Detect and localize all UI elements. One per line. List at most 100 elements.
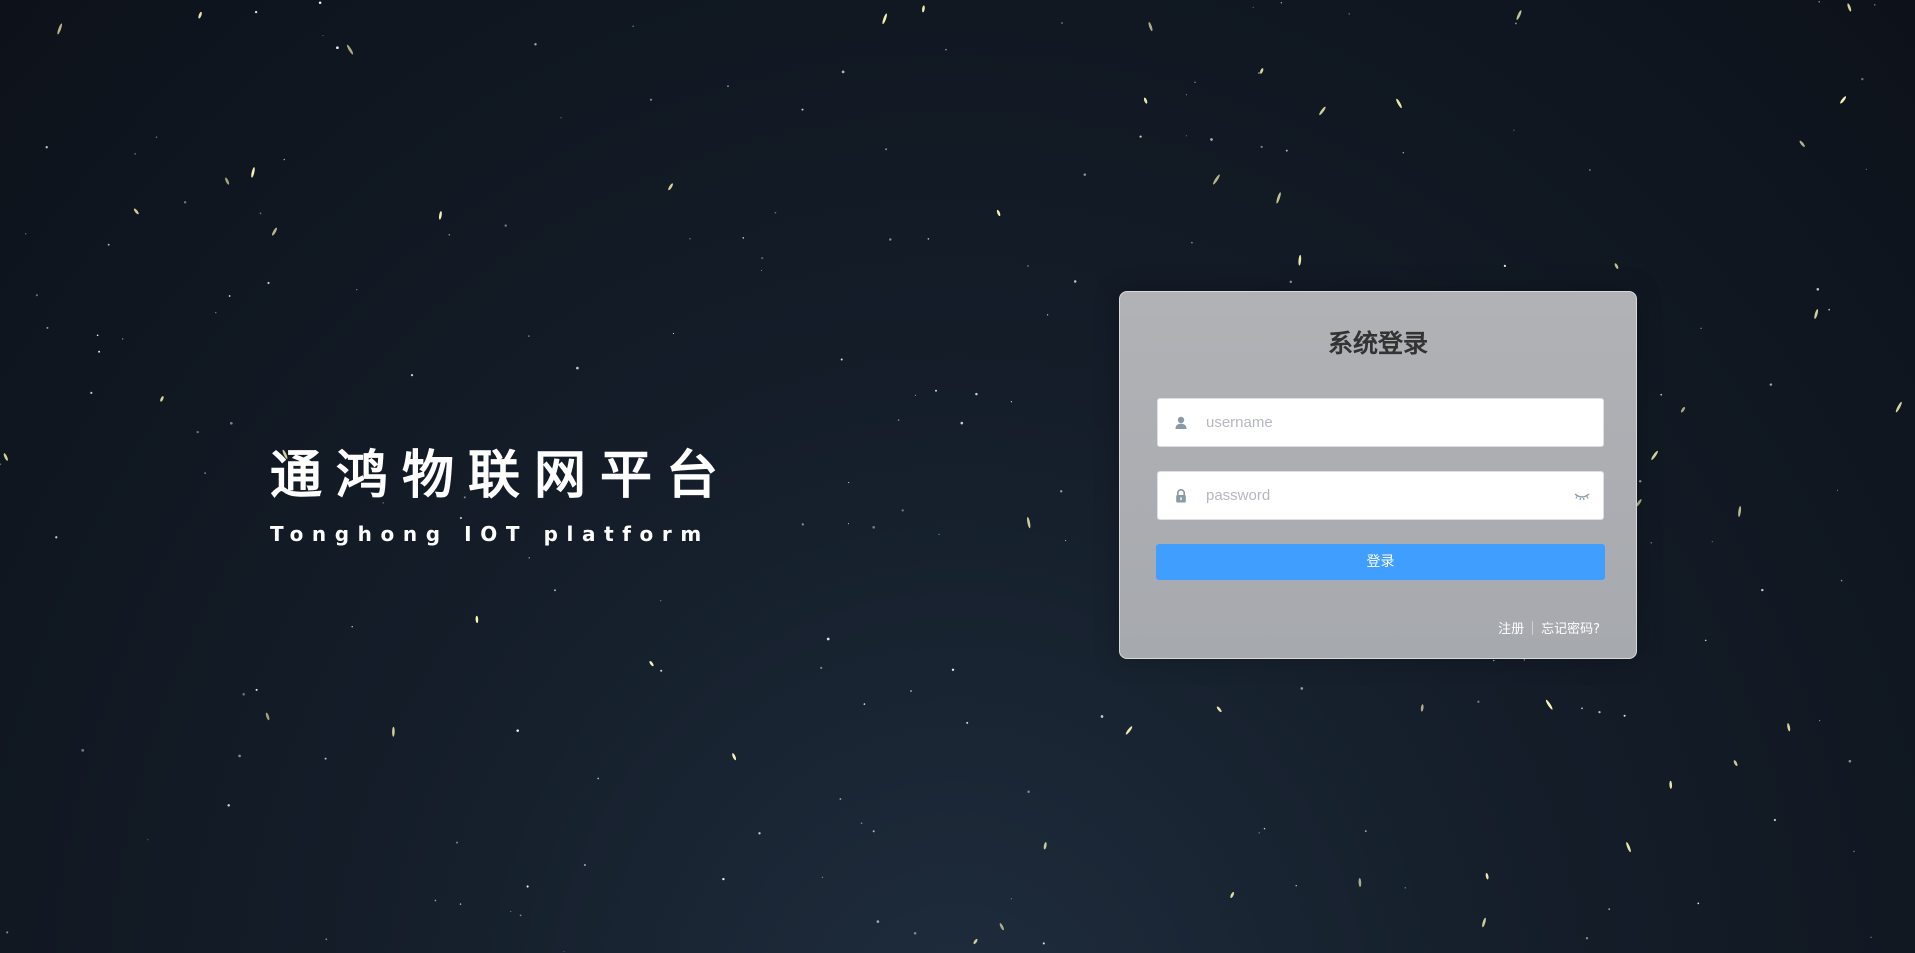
login-button[interactable]: 登录 <box>1156 544 1605 580</box>
star-dot <box>448 233 451 236</box>
star-dot <box>1660 393 1663 396</box>
star-dot <box>1623 714 1626 717</box>
firefly-spark <box>1319 106 1326 116</box>
star-dot <box>528 335 530 337</box>
star-dot <box>554 589 556 592</box>
firefly-spark <box>732 753 737 761</box>
firefly-spark <box>1125 726 1133 735</box>
star-dot <box>1513 129 1515 131</box>
firefly-spark <box>1420 704 1424 712</box>
star-dot <box>351 625 353 628</box>
star-dot <box>1477 700 1480 703</box>
register-link[interactable]: 注册 <box>1498 618 1524 637</box>
firefly-spark <box>1847 3 1852 12</box>
firefly-spark <box>1614 263 1619 269</box>
firefly-spark <box>1276 192 1281 204</box>
star-dot <box>1280 2 1283 4</box>
firefly-spark <box>1680 406 1686 413</box>
star-dot <box>1769 383 1773 386</box>
star-dot <box>1010 401 1013 403</box>
account-links: 注册 忘记密码? <box>1498 618 1600 637</box>
star-dot <box>722 877 725 881</box>
firefly-spark <box>1651 450 1658 460</box>
firefly-spark <box>922 5 925 13</box>
star-dot <box>1828 308 1831 311</box>
star-dot <box>1589 169 1591 171</box>
star-dot <box>1100 715 1104 718</box>
star-dot <box>121 338 124 340</box>
star-dot <box>1818 1 1820 3</box>
star-dot <box>1260 145 1263 149</box>
star-dot <box>1840 579 1843 582</box>
star-dot <box>945 48 947 51</box>
star-dot <box>1819 720 1821 722</box>
star-dot <box>1836 489 1838 491</box>
star-dot <box>96 334 99 337</box>
star-dot <box>238 754 241 758</box>
platform-subtitle: Tonghong IOT platform <box>270 522 710 546</box>
star-dot <box>1295 885 1297 887</box>
star-dot <box>1704 639 1707 642</box>
star-dot <box>563 951 565 953</box>
password-field[interactable] <box>1157 471 1604 520</box>
star-dot <box>356 289 358 291</box>
eye-closed-icon[interactable] <box>1573 489 1591 503</box>
star-dot <box>1650 542 1653 544</box>
platform-title: 通鸿物联网平台 <box>270 446 733 506</box>
login-card: 系统登录 登录 注册 <box>1119 291 1637 659</box>
firefly-spark <box>475 615 479 624</box>
star-dot <box>1064 539 1067 542</box>
star-dot <box>1861 77 1864 81</box>
firefly-spark <box>1396 98 1402 109</box>
star-dot <box>1252 6 1254 8</box>
firefly-spark <box>668 183 673 191</box>
star-dot <box>410 373 414 377</box>
firefly-spark <box>160 396 164 402</box>
star-dot <box>1503 264 1506 267</box>
star-dot <box>885 148 888 151</box>
firefly-spark <box>1840 96 1847 104</box>
firefly-spark <box>225 177 230 185</box>
star-dot <box>254 10 258 14</box>
firefly-spark <box>1738 506 1742 517</box>
star-dot <box>0 463 2 466</box>
star-dot <box>632 25 634 27</box>
forgot-password-link[interactable]: 忘记密码? <box>1541 618 1600 637</box>
user-icon <box>1175 416 1187 429</box>
star-dot <box>183 201 187 204</box>
username-field[interactable] <box>1157 398 1604 447</box>
star-dot <box>860 822 863 825</box>
firefly-spark <box>1545 699 1553 710</box>
star-dot <box>1027 265 1029 267</box>
star-dot <box>196 430 199 434</box>
star-dot <box>914 394 916 396</box>
star-dot <box>242 692 245 696</box>
star-dot <box>46 326 49 329</box>
star-dot <box>526 885 529 888</box>
star-dot <box>801 108 804 111</box>
star-dot <box>1010 898 1012 900</box>
firefly-spark <box>1485 872 1489 880</box>
star-dot <box>1870 936 1872 939</box>
star-dot <box>1285 149 1288 152</box>
star-dot <box>336 46 339 50</box>
password-input[interactable] <box>1206 472 1566 519</box>
firefly-spark <box>1213 174 1220 185</box>
star-dot <box>839 798 842 800</box>
firefly-spark <box>251 167 255 178</box>
star-dot <box>583 863 586 867</box>
star-dot <box>820 666 823 670</box>
star-dot <box>576 366 579 370</box>
brand-block: 通鸿物联网平台 Tonghong IOT platform <box>270 450 732 546</box>
star-dot <box>6 931 9 934</box>
star-dot <box>81 749 85 752</box>
star-dot <box>1402 152 1404 154</box>
star-dot <box>35 294 38 297</box>
firefly-spark <box>882 13 887 25</box>
firefly-spark <box>1143 97 1148 104</box>
star-dot <box>821 876 824 879</box>
star-dot <box>45 146 48 149</box>
username-input[interactable] <box>1206 399 1566 446</box>
star-dot <box>801 523 804 526</box>
star-dot <box>863 703 866 705</box>
